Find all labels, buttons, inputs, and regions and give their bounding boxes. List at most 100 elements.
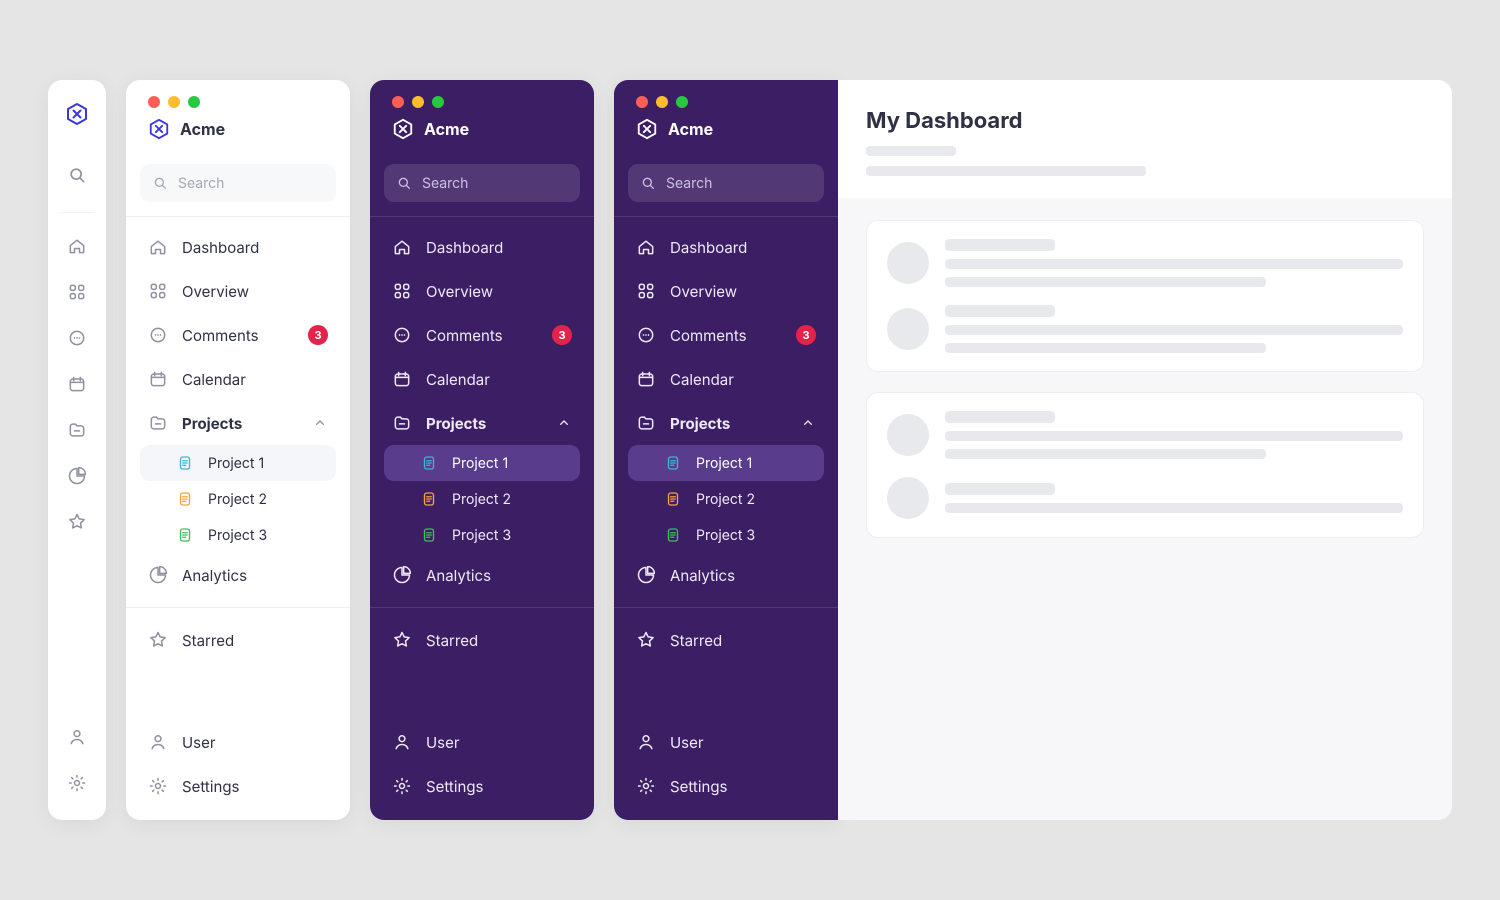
nav-dashboard[interactable]: Dashboard [614,225,838,269]
search-input[interactable]: Search [140,164,336,202]
traffic-close[interactable] [636,96,648,108]
nav-project-2[interactable]: Project 2 [370,481,594,517]
traffic-maximize[interactable] [676,96,688,108]
nav-project-3[interactable]: Project 3 [126,517,350,553]
divider [614,216,838,217]
divider [126,216,350,217]
home-icon [67,236,87,256]
search-icon [640,175,656,191]
nav-user[interactable]: User [126,720,350,764]
calendar-icon [67,374,87,394]
nav-label: Project 3 [696,527,816,544]
nav-project-1[interactable]: Project 1 [628,445,824,481]
rail-user[interactable] [58,718,96,756]
rail-projects[interactable] [58,411,96,449]
nav-overview[interactable]: Overview [370,269,594,313]
rail-analytics[interactable] [58,457,96,495]
traffic-close[interactable] [148,96,160,108]
search-placeholder: Search [422,175,468,192]
nav-project-2[interactable]: Project 2 [126,481,350,517]
nav-label: Analytics [426,566,572,585]
divider [614,607,838,608]
nav-user[interactable]: User [370,720,594,764]
nav-projects[interactable]: Projects [126,401,350,445]
nav-label: Project 1 [696,455,816,472]
rail-overview[interactable] [58,273,96,311]
placeholder-line [866,146,956,156]
nav-label: User [426,733,572,752]
nav-starred[interactable]: Starred [614,618,838,662]
nav-project-3[interactable]: Project 3 [370,517,594,553]
rail-comments[interactable] [58,319,96,357]
traffic-minimize[interactable] [168,96,180,108]
chat-icon [636,325,656,345]
brand: Acme [392,118,572,140]
nav-comments[interactable]: Comments3 [614,313,838,357]
folder-icon [636,413,656,433]
nav-label: Calendar [670,370,816,389]
nav-project-1[interactable]: Project 1 [384,445,580,481]
nav-analytics[interactable]: Analytics [370,553,594,597]
avatar-placeholder [887,242,929,284]
placeholder-line [945,449,1266,459]
nav-label: User [182,733,328,752]
nav-user[interactable]: User [614,720,838,764]
nav-comments[interactable]: Comments 3 [126,313,350,357]
nav-label: Analytics [182,566,328,585]
nav-analytics[interactable]: Analytics [126,553,350,597]
sidebar-dark: Acme Search Dashboard Overview Comments3… [370,80,594,820]
rail-starred[interactable] [58,503,96,541]
rail-calendar[interactable] [58,365,96,403]
traffic-maximize[interactable] [188,96,200,108]
rail-search[interactable] [58,156,96,194]
nav-label: Settings [670,777,816,796]
nav-calendar[interactable]: Calendar [370,357,594,401]
nav-label: Starred [426,631,572,650]
home-icon [636,237,656,257]
nav-calendar[interactable]: Calendar [614,357,838,401]
nav-settings[interactable]: Settings [370,764,594,808]
nav-project-1[interactable]: Project 1 [140,445,336,481]
content-card [866,392,1424,538]
nav-label: Dashboard [670,238,816,257]
nav-overview[interactable]: Overview [126,269,350,313]
nav-starred[interactable]: Starred [126,618,350,662]
placeholder-line [945,239,1055,251]
comments-badge: 3 [552,325,572,345]
nav-label: Analytics [670,566,816,585]
traffic-minimize[interactable] [656,96,668,108]
nav-label: Comments [182,326,294,345]
chevron-up-icon [800,415,816,431]
chevron-up-icon [312,415,328,431]
nav-project-3[interactable]: Project 3 [614,517,838,553]
nav-overview[interactable]: Overview [614,269,838,313]
nav-dashboard[interactable]: Dashboard [126,225,350,269]
nav-dashboard[interactable]: Dashboard [370,225,594,269]
home-icon [148,237,168,257]
nav-projects[interactable]: Projects [614,401,838,445]
avatar-placeholder [887,414,929,456]
traffic-maximize[interactable] [432,96,444,108]
nav-settings[interactable]: Settings [614,764,838,808]
folder-icon [67,420,87,440]
file-icon [420,454,438,472]
nav-projects[interactable]: Projects [370,401,594,445]
file-icon [420,490,438,508]
nav-calendar[interactable]: Calendar [126,357,350,401]
pie-icon [67,466,87,486]
search-input[interactable]: Search [628,164,824,202]
nav-starred[interactable]: Starred [370,618,594,662]
traffic-close[interactable] [392,96,404,108]
search-input[interactable]: Search [384,164,580,202]
rail-dashboard[interactable] [58,227,96,265]
rail-settings[interactable] [58,764,96,802]
grid-icon [67,282,87,302]
nav-settings[interactable]: Settings [126,764,350,808]
nav-analytics[interactable]: Analytics [614,553,838,597]
nav-project-2[interactable]: Project 2 [614,481,838,517]
nav-comments[interactable]: Comments3 [370,313,594,357]
placeholder-line [945,277,1266,287]
content-body [838,198,1452,820]
divider [60,212,94,213]
traffic-minimize[interactable] [412,96,424,108]
